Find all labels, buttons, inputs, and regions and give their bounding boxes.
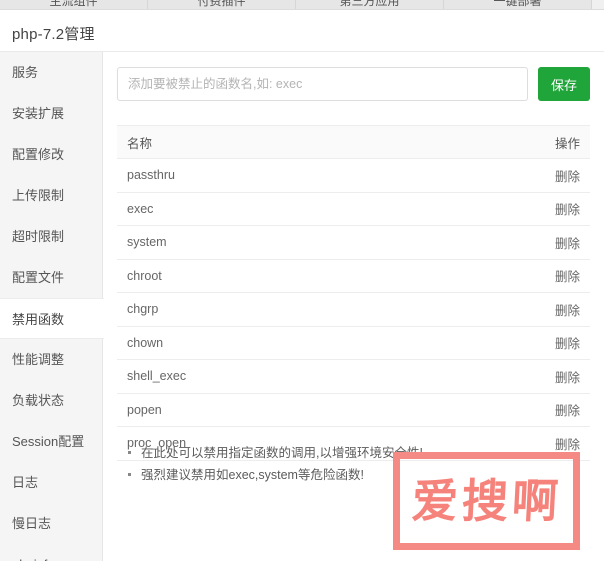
function-name-input[interactable] [117, 67, 528, 101]
top-tab-2[interactable]: 第三方应用 [296, 0, 444, 9]
table-row: chroot 删除 [117, 260, 590, 293]
top-tab-strip-inner: 主流组件 付费插件 第三方应用 一键部署 [0, 0, 604, 9]
table-row: passthru 删除 [117, 159, 590, 193]
sidebar: 服务 安装扩展 配置修改 上传限制 超时限制 配置文件 禁用函数 性能调整 负载… [0, 52, 104, 561]
help-note: 在此处可以禁用指定函数的调用,以增强环境安全性! [125, 442, 545, 464]
delete-button[interactable]: 删除 [555, 434, 590, 453]
delete-button[interactable]: 删除 [555, 367, 590, 386]
delete-button[interactable]: 删除 [555, 166, 590, 185]
sidebar-item-upload-limit[interactable]: 上传限制 [0, 175, 102, 216]
table-row: popen 删除 [117, 394, 590, 427]
top-tab-3[interactable]: 一键部署 [444, 0, 592, 9]
delete-button[interactable]: 删除 [555, 266, 590, 285]
php-manager-page: 主流组件 付费插件 第三方应用 一键部署 php-7.2管理 服务 安装扩展 配… [0, 0, 604, 561]
cell-function-name: chown [127, 335, 164, 350]
top-tab-1[interactable]: 付费插件 [148, 0, 296, 9]
delete-button[interactable]: 删除 [555, 300, 590, 319]
table-row: exec 删除 [117, 193, 590, 226]
add-function-row: 保存 [117, 66, 590, 102]
disabled-functions-table: 名称 操作 passthru 删除 exec 删除 system 删除 chro… [117, 125, 590, 461]
delete-button[interactable]: 删除 [555, 333, 590, 352]
page-title-bar: php-7.2管理 [0, 11, 604, 52]
cell-function-name: chgrp [127, 302, 159, 317]
help-notes: 在此处可以禁用指定函数的调用,以增强环境安全性! 强烈建议禁用如exec,sys… [125, 442, 545, 486]
sidebar-item-phpinfo[interactable]: phpinfo [0, 544, 102, 561]
cell-function-name: exec [127, 201, 154, 216]
sidebar-item-slow-log[interactable]: 慢日志 [0, 503, 102, 544]
table-row: shell_exec 删除 [117, 360, 590, 394]
sidebar-item-service[interactable]: 服务 [0, 52, 102, 93]
top-tab-0[interactable]: 主流组件 [0, 0, 148, 9]
delete-button[interactable]: 删除 [555, 199, 590, 218]
table-row: chown 删除 [117, 327, 590, 360]
sidebar-item-load-status[interactable]: 负载状态 [0, 380, 102, 421]
sidebar-item-disabled-functions[interactable]: 禁用函数 [0, 298, 104, 339]
sidebar-item-config-edit[interactable]: 配置修改 [0, 134, 102, 175]
delete-button[interactable]: 删除 [555, 400, 590, 419]
delete-button[interactable]: 删除 [555, 233, 590, 252]
sidebar-item-session-config[interactable]: Session配置 [0, 421, 102, 462]
cell-function-name: passthru [127, 168, 175, 183]
main-content: 保存 名称 操作 passthru 删除 exec 删除 system 删除 c… [103, 52, 604, 561]
cell-function-name: shell_exec [127, 369, 187, 384]
cell-function-name: chroot [127, 268, 162, 283]
column-header-name: 名称 [127, 136, 153, 151]
sidebar-item-install-ext[interactable]: 安装扩展 [0, 93, 102, 134]
sidebar-item-timeout-limit[interactable]: 超时限制 [0, 216, 102, 257]
page-title: php-7.2管理 [12, 26, 95, 43]
sidebar-item-log[interactable]: 日志 [0, 462, 102, 503]
table-row: chgrp 删除 [117, 293, 590, 327]
cell-function-name: system [127, 235, 167, 250]
save-button[interactable]: 保存 [538, 67, 590, 101]
column-header-operation: 操作 [554, 136, 580, 151]
sidebar-item-performance[interactable]: 性能调整 [0, 339, 102, 380]
top-tab-strip: 主流组件 付费插件 第三方应用 一键部署 [0, 0, 604, 10]
sidebar-item-config-file[interactable]: 配置文件 [0, 257, 102, 298]
cell-function-name: popen [127, 402, 162, 417]
table-header-row: 名称 操作 [117, 126, 590, 159]
table-row: system 删除 [117, 226, 590, 260]
help-note: 强烈建议禁用如exec,system等危险函数! [125, 464, 545, 486]
